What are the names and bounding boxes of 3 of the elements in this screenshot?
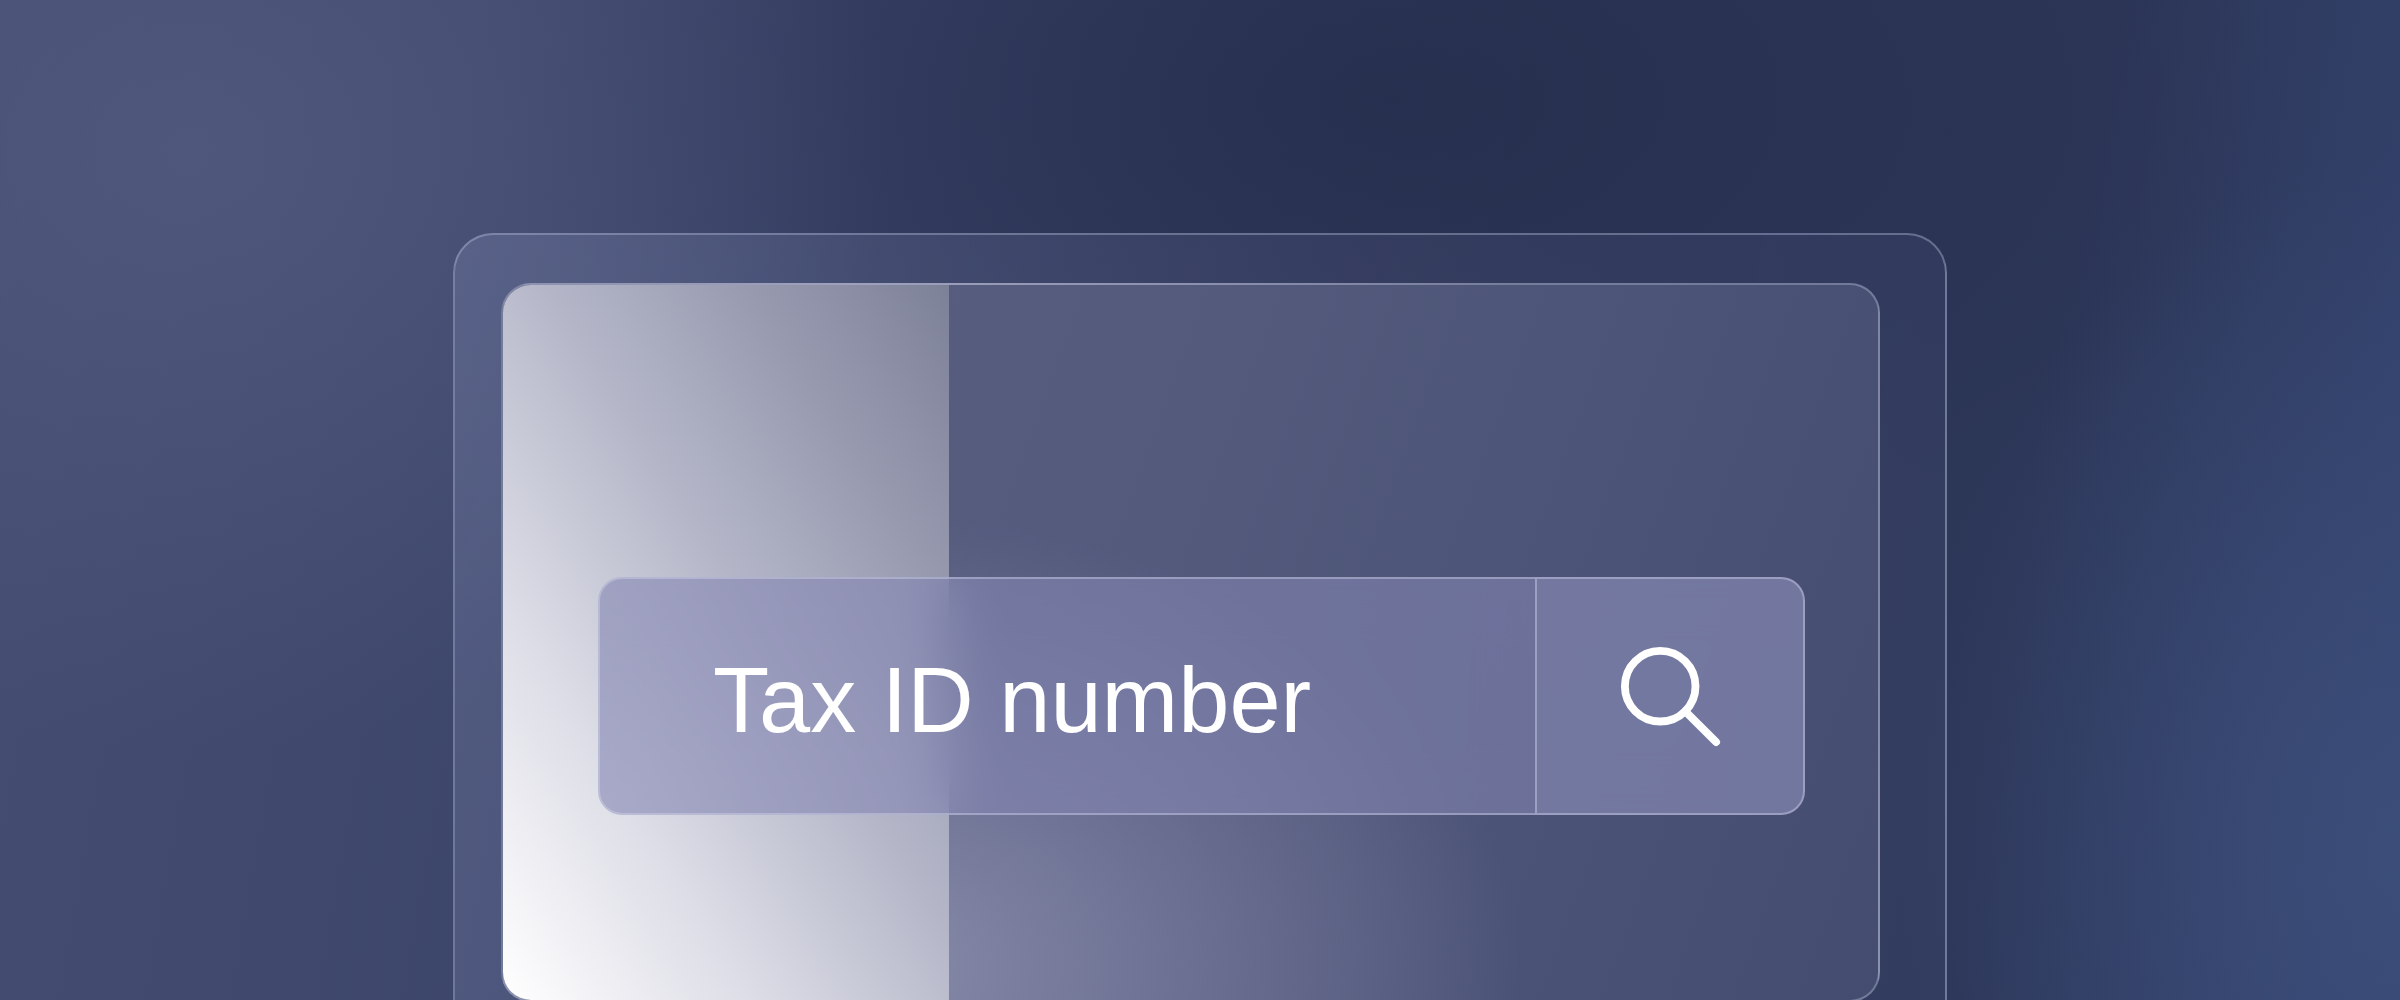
search-icon <box>1619 645 1721 747</box>
search-field[interactable]: Tax ID number <box>598 577 1535 815</box>
search-button[interactable] <box>1535 577 1805 815</box>
